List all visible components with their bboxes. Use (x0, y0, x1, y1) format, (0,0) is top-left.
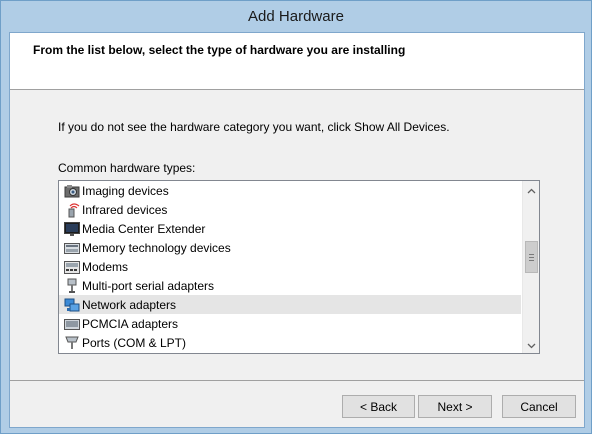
wizard-header: From the list below, select the type of … (10, 33, 584, 90)
wizard-client-area: From the list below, select the type of … (9, 32, 585, 428)
header-instruction: From the list below, select the type of … (33, 43, 406, 57)
list-item[interactable]: Infrared devices (59, 200, 521, 219)
list-item-label: Memory technology devices (82, 240, 231, 255)
list-item-label: Infrared devices (82, 202, 168, 217)
serial-port-icon (64, 278, 80, 294)
cancel-button[interactable]: Cancel (502, 395, 576, 418)
list-item[interactable]: Modems (59, 257, 521, 276)
infrared-icon (64, 202, 80, 218)
chevron-up-icon (527, 181, 536, 199)
footer-divider (10, 380, 584, 381)
grip-line (529, 254, 534, 255)
list-item-label: Multi-port serial adapters (82, 278, 215, 293)
list-item-label: PCMCIA adapters (82, 316, 179, 331)
next-button[interactable]: Next > (418, 395, 492, 418)
grip-line (529, 257, 534, 258)
pcmcia-card-icon (64, 316, 80, 332)
list-scrollbar[interactable] (522, 181, 539, 353)
window-title: Add Hardware (1, 1, 591, 32)
list-label: Common hardware types: (58, 161, 196, 175)
chevron-down-icon (527, 336, 536, 354)
list-item[interactable]: Ports (COM & LPT) (59, 333, 521, 352)
list-item-label: Modems (82, 259, 129, 274)
scroll-thumb[interactable] (525, 241, 538, 273)
list-item-label: Network adapters (82, 297, 177, 312)
modem-icon (64, 259, 80, 275)
list-item-label: Media Center Extender (82, 221, 206, 236)
list-item[interactable]: Multi-port serial adapters (59, 276, 521, 295)
list-item-label: Imaging devices (82, 183, 169, 198)
list-item[interactable]: Memory technology devices (59, 238, 521, 257)
list-item-label: Ports (COM & LPT) (82, 335, 187, 350)
list-item[interactable]: PCMCIA adapters (59, 314, 521, 333)
list-item[interactable]: Media Center Extender (59, 219, 521, 238)
back-button[interactable]: < Back (342, 395, 415, 418)
scroll-up-button[interactable] (524, 181, 539, 198)
port-plug-icon (64, 335, 80, 351)
monitor-icon (64, 221, 80, 237)
grip-line (529, 260, 534, 261)
camera-icon (64, 183, 80, 199)
scroll-down-button[interactable] (524, 336, 539, 353)
list-item[interactable]: Network adapters (59, 295, 521, 314)
hardware-types-list[interactable]: Imaging devices Infrared devices Media C… (58, 180, 540, 354)
hint-text: If you do not see the hardware category … (58, 120, 450, 134)
list-item[interactable]: Imaging devices (59, 181, 521, 200)
hardware-items: Imaging devices Infrared devices Media C… (59, 181, 521, 352)
network-adapter-icon (64, 297, 80, 313)
memory-card-icon (64, 240, 80, 256)
add-hardware-window: Add Hardware From the list below, select… (0, 0, 592, 434)
